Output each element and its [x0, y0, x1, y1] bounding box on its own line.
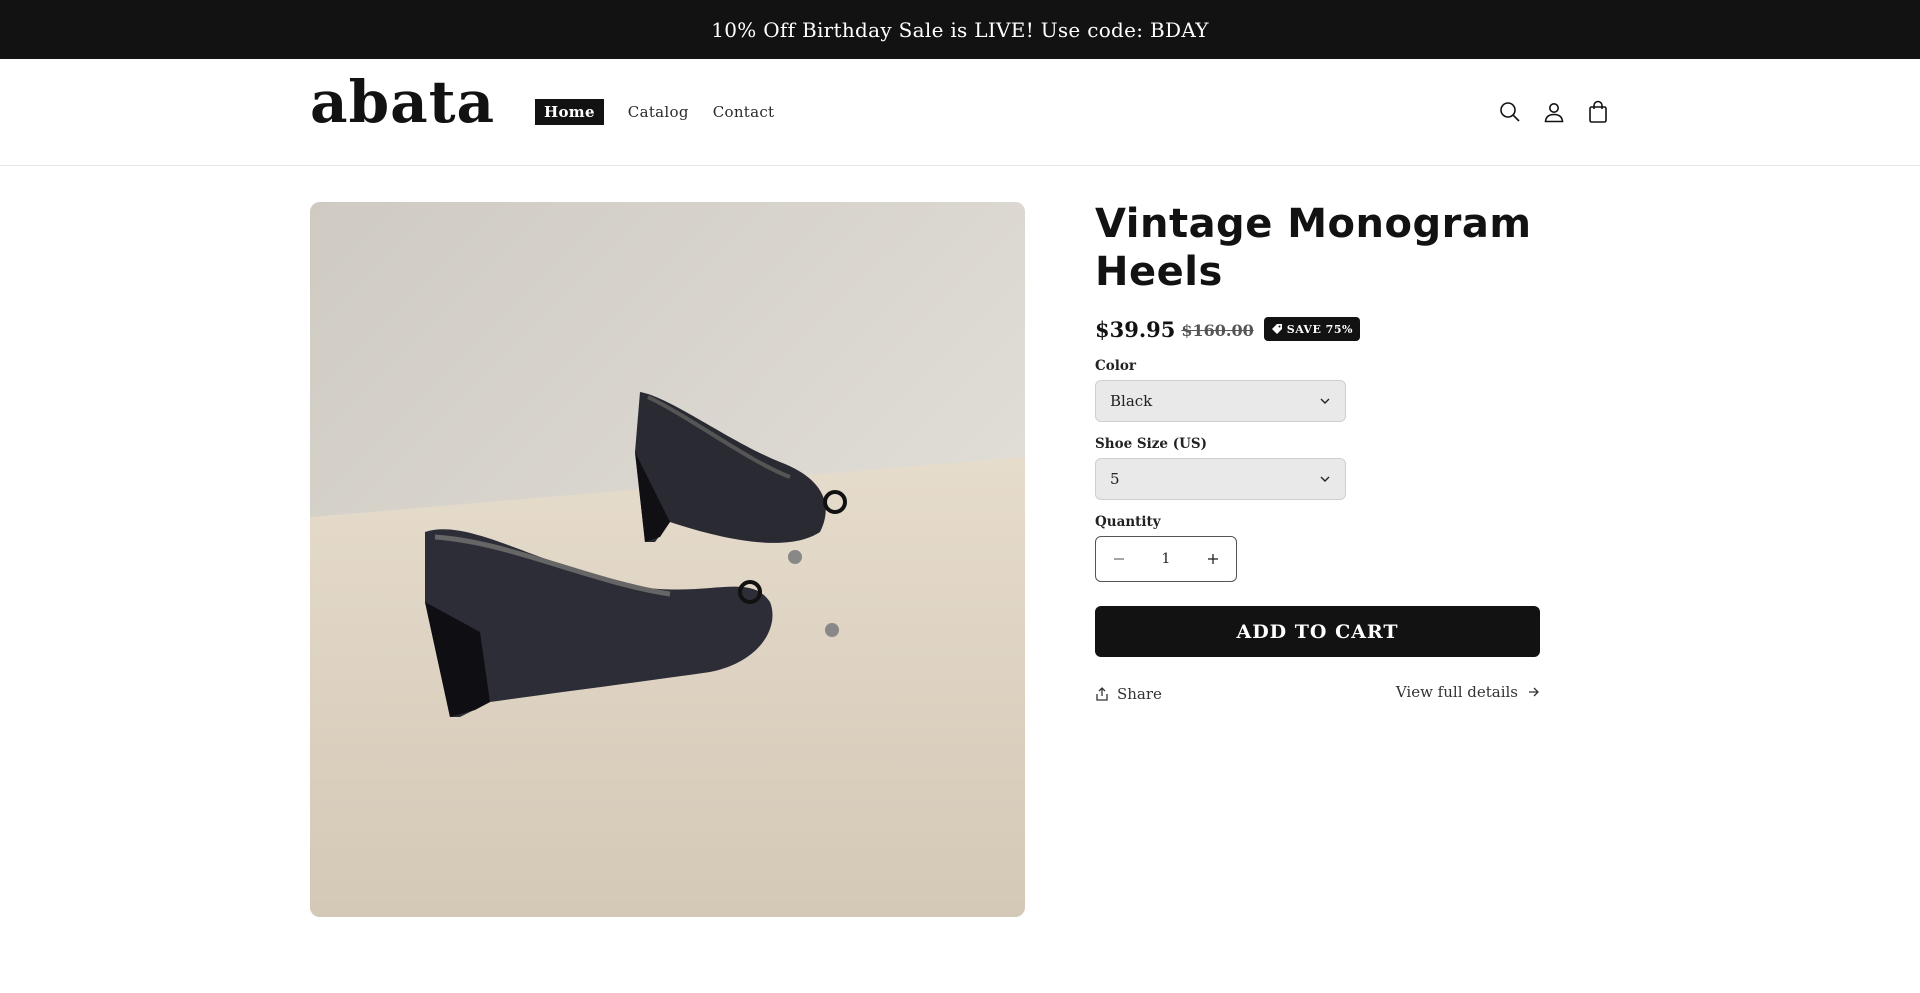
- color-label: Color: [1095, 358, 1136, 374]
- product-info: Vintage Monogram Heels $39.95 $160.00 SA…: [1095, 200, 1540, 703]
- view-full-details-link[interactable]: View full details: [1396, 683, 1540, 701]
- add-to-cart-button[interactable]: ADD TO CART: [1095, 606, 1540, 657]
- size-label: Shoe Size (US): [1095, 436, 1207, 452]
- plus-icon: [1207, 554, 1218, 564]
- color-select[interactable]: Black: [1095, 380, 1346, 422]
- header-icons: [1496, 98, 1628, 126]
- announcement-bar: 10% Off Birthday Sale is LIVE! Use code:…: [0, 0, 1920, 59]
- product-image[interactable]: [310, 202, 1025, 917]
- arrow-right-icon: [1529, 687, 1539, 697]
- compare-price: $160.00: [1181, 321, 1254, 340]
- view-full-details-label: View full details: [1395, 683, 1518, 701]
- share-row: Share View full details: [1095, 683, 1540, 703]
- announcement-text: 10% Off Birthday Sale is LIVE! Use code:…: [711, 17, 1209, 42]
- share-label: Share: [1117, 685, 1162, 703]
- size-select[interactable]: 5: [1095, 458, 1346, 500]
- sale-badge-text: SAVE 75%: [1286, 322, 1353, 336]
- sale-price: $39.95: [1095, 316, 1176, 342]
- search-icon[interactable]: [1496, 98, 1524, 126]
- color-value: Black: [1110, 392, 1153, 410]
- share-button[interactable]: Share: [1095, 685, 1162, 703]
- main-nav: Home Catalog Contact: [535, 99, 798, 125]
- share-icon: [1096, 687, 1108, 701]
- nav-catalog[interactable]: Catalog: [628, 99, 689, 125]
- quantity-label: Quantity: [1095, 514, 1161, 530]
- chevron-down-icon: [1320, 398, 1330, 404]
- site-header: abata Home Catalog Contact: [0, 59, 1920, 166]
- size-value: 5: [1110, 470, 1120, 488]
- cart-icon[interactable]: [1584, 98, 1612, 126]
- nav-contact[interactable]: Contact: [713, 99, 775, 125]
- quantity-stepper: 1: [1095, 536, 1237, 582]
- product-photo: [310, 202, 1025, 917]
- decrease-quantity-button[interactable]: [1108, 548, 1130, 570]
- product-title: Vintage Monogram Heels: [1095, 201, 1532, 295]
- quantity-input[interactable]: 1: [1162, 551, 1171, 567]
- tag-icon: [1271, 324, 1282, 334]
- increase-quantity-button[interactable]: [1202, 548, 1224, 570]
- account-icon[interactable]: [1540, 98, 1568, 126]
- chevron-down-icon: [1320, 476, 1330, 482]
- minus-icon: [1114, 558, 1124, 560]
- store-logo[interactable]: abata: [310, 73, 495, 131]
- sale-badge: SAVE 75%: [1263, 317, 1360, 341]
- price-row: $39.95 $160.00 SAVE 75%: [1095, 314, 1540, 344]
- nav-home[interactable]: Home: [535, 99, 604, 125]
